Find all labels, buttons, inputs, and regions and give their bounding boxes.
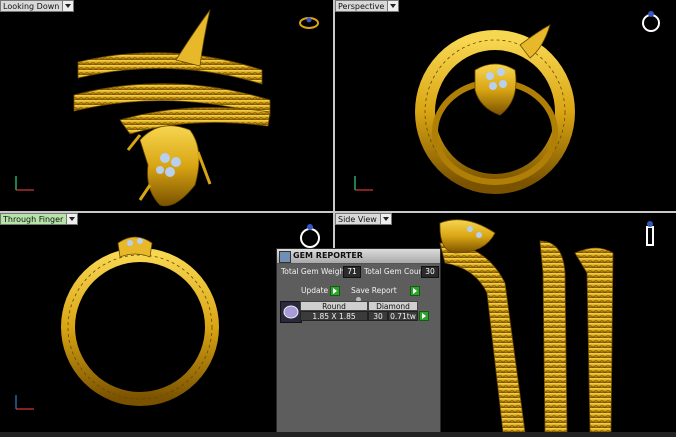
ring-preview-icon[interactable] — [641, 219, 659, 249]
viewport-label-text: Looking Down — [3, 2, 60, 11]
chevron-down-icon[interactable] — [387, 1, 399, 11]
viewport-label-side-view[interactable]: Side View — [335, 213, 392, 225]
viewport-label-perspective[interactable]: Perspective — [335, 0, 400, 12]
taskbar — [0, 432, 676, 437]
ring-preview-icon[interactable] — [298, 221, 322, 251]
chevron-down-icon[interactable] — [66, 214, 78, 224]
axis-triad-icon — [15, 176, 34, 191]
gem-shape-header: Round — [300, 301, 368, 311]
gem-thumbnail-icon[interactable] — [280, 301, 302, 323]
chevron-down-icon[interactable] — [62, 1, 74, 11]
gem-reporter-panel: GEM REPORTER Total Gem Weight 71 Total G… — [276, 248, 441, 437]
viewport-perspective[interactable]: Perspective — [335, 0, 676, 211]
save-report-go-icon[interactable] — [410, 286, 420, 296]
ring-preview-icon[interactable] — [298, 16, 320, 30]
gem-reporter-icon — [279, 251, 291, 263]
ring-preview-icon[interactable] — [639, 8, 663, 34]
gem-count-cell: 30 — [368, 311, 388, 321]
total-gem-count-value: 30 — [421, 266, 439, 278]
viewport-label-through-finger[interactable]: Through Finger — [0, 213, 79, 225]
update-button[interactable]: Update — [301, 286, 328, 295]
viewport-label-text: Side View — [338, 215, 377, 224]
viewport-label-looking-down[interactable]: Looking Down — [0, 0, 75, 12]
total-gem-weight-value: 71 — [343, 266, 361, 278]
viewport-looking-down[interactable]: Looking Down — [0, 0, 333, 211]
ring-perspective-render — [415, 24, 575, 194]
gem-weight-cell: 0.71tw — [388, 311, 418, 321]
total-gem-count-label: Total Gem Count — [364, 267, 427, 276]
gem-reporter-titlebar[interactable]: GEM REPORTER — [277, 249, 440, 264]
axis-triad-icon — [354, 176, 373, 191]
gem-row-go-icon[interactable] — [419, 311, 429, 321]
viewport-label-text: Through Finger — [3, 215, 64, 224]
viewport-label-text: Perspective — [338, 2, 385, 11]
axis-triad-icon — [15, 395, 34, 410]
gem-reporter-title: GEM REPORTER — [293, 251, 363, 260]
ring-looking-down-render — [73, 9, 271, 207]
update-go-icon[interactable] — [330, 286, 340, 296]
save-report-button[interactable]: Save Report — [351, 286, 397, 295]
chevron-down-icon[interactable] — [379, 214, 391, 224]
gem-table: Round Diamond 1.85 X 1.85 30 0.71tw — [280, 301, 429, 323]
gem-material-header: Diamond — [368, 301, 418, 311]
total-gem-weight-label: Total Gem Weight — [281, 267, 348, 276]
gem-size-cell: 1.85 X 1.85 — [300, 311, 368, 321]
